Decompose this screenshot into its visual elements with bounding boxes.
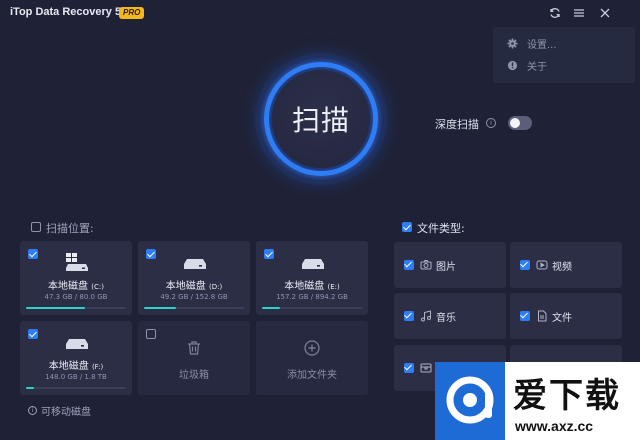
file-type-label: 图片 — [436, 262, 456, 273]
drive-checkbox[interactable] — [28, 329, 38, 339]
drive-checkbox[interactable] — [28, 249, 38, 259]
deep-scan-info-icon[interactable]: i — [486, 118, 496, 128]
menu-item-about[interactable]: 关于 — [505, 55, 547, 75]
recycle-bin-card[interactable]: 垃圾箱 — [138, 321, 250, 395]
file-type-label: 音乐 — [436, 313, 456, 324]
add-folder-card[interactable]: 添加文件夹 — [256, 321, 368, 395]
recycle-bin-label: 垃圾箱 — [179, 370, 209, 381]
menu-button[interactable] — [570, 4, 588, 22]
hard-drive-icon — [184, 259, 206, 269]
music-icon — [421, 310, 431, 322]
deep-scan-toggle[interactable] — [508, 116, 532, 130]
deep-scan-label: 深度扫描 — [435, 118, 479, 131]
locations-header: 扫描位置: — [46, 222, 94, 235]
archive-icon — [420, 363, 432, 373]
file-type-label: 视频 — [552, 262, 572, 273]
close-button[interactable] — [596, 4, 614, 22]
drive-card-c[interactable]: 本地磁盘 (C:) 47.3 GB / 80.0 GB — [20, 241, 132, 315]
file-type-documents[interactable]: 文件 — [510, 293, 622, 339]
drive-name: 本地磁盘 (C:) — [48, 281, 104, 292]
hard-drive-icon — [302, 259, 324, 269]
drive-usage-bar — [144, 307, 244, 309]
watermark-logo — [435, 362, 505, 440]
info-icon — [505, 58, 519, 72]
removable-disk-note[interactable]: i 可移动磁盘 — [28, 403, 91, 418]
refresh-button[interactable] — [546, 4, 564, 22]
scan-button-label: 扫描 — [291, 104, 350, 137]
add-folder-label: 添加文件夹 — [287, 370, 337, 381]
file-type-checkbox[interactable] — [404, 260, 414, 270]
drive-name: 本地磁盘 (E:) — [284, 281, 340, 292]
refresh-icon — [550, 8, 560, 18]
drive-card-d[interactable]: 本地磁盘 (D:) 49.2 GB / 152.8 GB — [138, 241, 250, 315]
title-bar: iTop Data Recovery 5.4 PRO — [0, 0, 640, 26]
watermark-url: www.axz.cc — [515, 418, 594, 434]
locations-select-all-checkbox[interactable] — [31, 222, 41, 232]
drive-size: 157.2 GB / 894.2 GB — [276, 293, 348, 301]
scan-button[interactable]: 扫描 — [272, 70, 370, 168]
file-type-label: 文件 — [552, 313, 572, 324]
recycle-bin-checkbox[interactable] — [146, 329, 156, 339]
document-icon — [538, 310, 547, 322]
at-sign-icon — [446, 376, 494, 424]
file-type-checkbox[interactable] — [404, 311, 414, 321]
drive-card-e[interactable]: 本地磁盘 (E:) 157.2 GB / 894.2 GB — [256, 241, 368, 315]
drive-size: 148.0 GB / 1.8 TB — [45, 373, 107, 381]
info-icon: i — [28, 406, 37, 415]
file-types-select-all-checkbox[interactable] — [402, 222, 412, 232]
gear-icon — [505, 36, 519, 50]
hard-drive-icon — [66, 339, 88, 349]
file-type-music[interactable]: 音乐 — [394, 293, 506, 339]
drive-size: 49.2 GB / 152.8 GB — [160, 293, 228, 301]
file-type-checkbox[interactable] — [404, 363, 414, 373]
trash-icon — [188, 341, 200, 355]
settings-menu: 设置... 关于 — [493, 27, 635, 83]
windows-drive-icon — [66, 253, 88, 271]
menu-item-settings[interactable]: 设置... — [505, 33, 557, 53]
file-type-checkbox[interactable] — [520, 260, 530, 270]
drive-name: 本地磁盘 (F:) — [48, 361, 104, 372]
file-type-checkbox[interactable] — [520, 311, 530, 321]
watermark: 爱下载 www.axz.cc — [435, 362, 640, 440]
removable-disk-label: 可移动磁盘 — [41, 407, 91, 418]
menu-item-label: 关于 — [527, 61, 547, 73]
drive-size: 47.3 GB / 80.0 GB — [44, 293, 108, 301]
app-title: iTop Data Recovery 5.4 — [10, 6, 131, 18]
toggle-knob — [510, 118, 520, 128]
drive-card-f[interactable]: 本地磁盘 (F:) 148.0 GB / 1.8 TB — [20, 321, 132, 395]
drive-checkbox[interactable] — [264, 249, 274, 259]
file-type-videos[interactable]: 视频 — [510, 242, 622, 288]
watermark-title: 爱下载 — [513, 376, 621, 416]
drive-name: 本地磁盘 (D:) — [165, 281, 223, 292]
camera-icon — [420, 260, 432, 270]
drive-usage-bar — [26, 387, 126, 389]
menu-icon — [574, 9, 584, 17]
menu-item-label: 设置... — [527, 39, 557, 51]
drive-checkbox[interactable] — [146, 249, 156, 259]
plus-circle-icon — [304, 340, 320, 356]
pro-badge: PRO — [119, 7, 145, 19]
video-icon — [536, 260, 548, 270]
file-type-pictures[interactable]: 图片 — [394, 242, 506, 288]
file-types-header: 文件类型: — [417, 222, 465, 235]
drive-usage-bar — [26, 307, 126, 309]
drive-usage-bar — [262, 307, 362, 309]
close-icon — [600, 8, 610, 18]
